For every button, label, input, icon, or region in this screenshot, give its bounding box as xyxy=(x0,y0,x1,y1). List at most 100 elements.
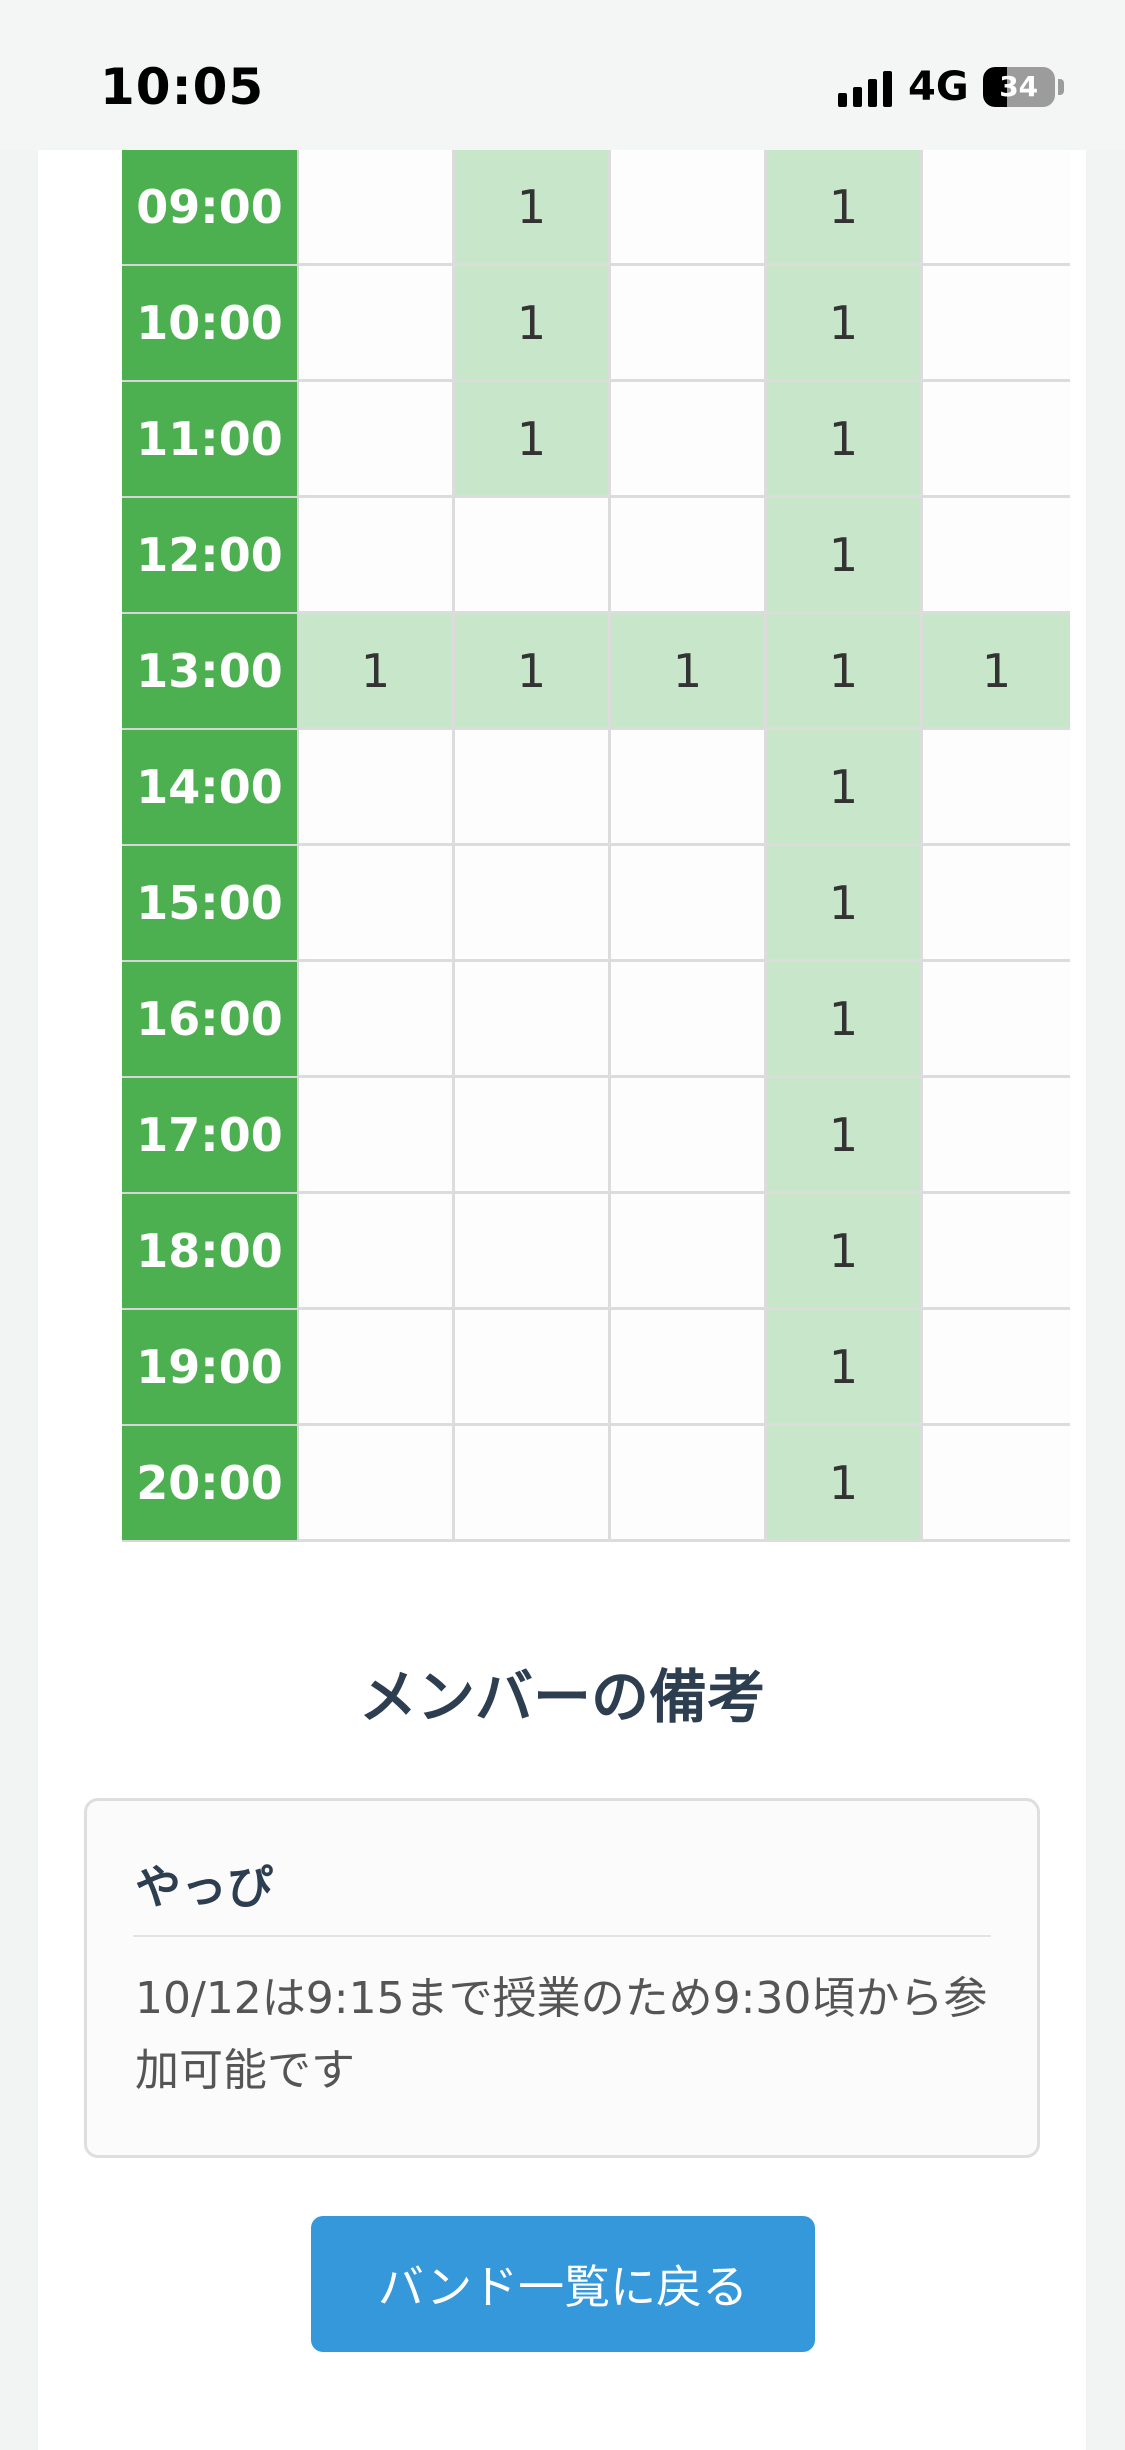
time-slot-label: 19:00 xyxy=(122,1310,299,1426)
schedule-row: 17:00 1 xyxy=(122,1078,1078,1194)
time-slot-label: 16:00 xyxy=(122,962,299,1078)
availability-cell xyxy=(299,962,455,1078)
availability-cell: 1 xyxy=(455,266,611,382)
availability-cell xyxy=(611,730,767,846)
battery-icon: 34 xyxy=(982,67,1055,107)
availability-cell xyxy=(455,1310,611,1426)
availability-cell xyxy=(611,1426,767,1542)
availability-cell: 1 xyxy=(767,1310,923,1426)
availability-cell: 1 xyxy=(299,614,455,730)
availability-cell: 1 xyxy=(767,730,923,846)
status-time: 10:05 xyxy=(100,58,265,116)
availability-cell xyxy=(299,1078,455,1194)
availability-cell: 1 xyxy=(767,150,923,266)
availability-cell xyxy=(455,730,611,846)
availability-cell xyxy=(923,962,1070,1078)
availability-cell: 1 xyxy=(767,266,923,382)
schedule-row: 13:00 1 1 1 1 1 xyxy=(122,614,1078,730)
availability-cell xyxy=(611,150,767,266)
time-slot-label: 17:00 xyxy=(122,1078,299,1194)
availability-cell xyxy=(611,846,767,962)
schedule-row: 09:00 1 1 xyxy=(122,150,1078,266)
schedule-row: 11:00 1 1 xyxy=(122,382,1078,498)
battery-level: 34 xyxy=(999,70,1039,103)
availability-cell xyxy=(299,1194,455,1310)
time-slot-label: 20:00 xyxy=(122,1426,299,1542)
availability-cell xyxy=(611,498,767,614)
time-slot-label: 09:00 xyxy=(122,150,299,266)
schedule-row: 12:00 1 xyxy=(122,498,1078,614)
availability-cell: 1 xyxy=(767,1078,923,1194)
signal-icon xyxy=(838,67,892,107)
availability-cell xyxy=(923,730,1070,846)
battery-cap xyxy=(1057,79,1064,95)
availability-cell xyxy=(923,1310,1070,1426)
availability-cell xyxy=(923,266,1070,382)
availability-cell xyxy=(299,150,455,266)
availability-cell xyxy=(611,266,767,382)
note-card: やっぴ 10/12は9:15まで授業のため9:30頃から参加可能です xyxy=(84,1798,1040,2158)
time-slot-label: 12:00 xyxy=(122,498,299,614)
notes-title: メンバーの備考 xyxy=(358,1663,765,1731)
availability-cell xyxy=(455,1194,611,1310)
availability-cell xyxy=(455,498,611,614)
availability-cell xyxy=(923,382,1070,498)
availability-cell xyxy=(923,150,1070,266)
availability-cell xyxy=(611,962,767,1078)
schedule-row: 19:00 1 xyxy=(122,1310,1078,1426)
note-divider xyxy=(133,1935,991,1937)
availability-cell xyxy=(299,498,455,614)
schedule-grid: 09:00 1 1 10:00 1 1 11:00 1 1 12:00 1 13:00 1 1 1 1 1 14:… xyxy=(122,150,1078,1542)
availability-cell xyxy=(611,1194,767,1310)
schedule-row: 14:00 1 xyxy=(122,730,1078,846)
availability-cell xyxy=(455,846,611,962)
status-indicators: 4G 34 xyxy=(838,62,1064,112)
availability-cell xyxy=(455,962,611,1078)
availability-cell xyxy=(299,266,455,382)
time-slot-label: 14:00 xyxy=(122,730,299,846)
time-slot-label: 13:00 xyxy=(122,614,299,730)
availability-cell: 1 xyxy=(455,382,611,498)
schedule-row: 20:00 1 xyxy=(122,1426,1078,1542)
time-slot-label: 15:00 xyxy=(122,846,299,962)
note-text: 10/12は9:15まで授業のため9:30頃から参加可能です xyxy=(135,1973,988,2096)
availability-cell xyxy=(455,1426,611,1542)
schedule-row: 16:00 1 xyxy=(122,962,1078,1078)
content-card: 09:00 1 1 10:00 1 1 11:00 1 1 12:00 1 13:00 1 1 1 1 1 14:… xyxy=(38,150,1086,2450)
availability-cell: 1 xyxy=(767,1194,923,1310)
availability-cell xyxy=(923,846,1070,962)
availability-cell: 1 xyxy=(767,498,923,614)
availability-cell: 1 xyxy=(767,614,923,730)
availability-cell xyxy=(923,1194,1070,1310)
availability-cell xyxy=(923,1426,1070,1542)
availability-cell xyxy=(611,1310,767,1426)
schedule-row: 15:00 1 xyxy=(122,846,1078,962)
availability-cell xyxy=(923,498,1070,614)
availability-cell xyxy=(299,730,455,846)
back-to-band-list-button[interactable]: バンド一覧に戻る xyxy=(311,2216,815,2352)
time-slot-label: 18:00 xyxy=(122,1194,299,1310)
availability-cell xyxy=(299,1426,455,1542)
availability-cell: 1 xyxy=(767,382,923,498)
network-type: 4G xyxy=(908,64,969,110)
availability-cell: 1 xyxy=(455,150,611,266)
note-member-name: やっぴ xyxy=(135,1860,273,1914)
availability-cell xyxy=(611,1078,767,1194)
availability-cell: 1 xyxy=(923,614,1070,730)
availability-cell: 1 xyxy=(767,846,923,962)
availability-cell xyxy=(923,1078,1070,1194)
availability-cell xyxy=(299,1310,455,1426)
time-slot-label: 11:00 xyxy=(122,382,299,498)
availability-cell: 1 xyxy=(455,614,611,730)
schedule-row: 18:00 1 xyxy=(122,1194,1078,1310)
availability-cell: 1 xyxy=(767,1426,923,1542)
availability-cell xyxy=(299,846,455,962)
availability-cell xyxy=(611,382,767,498)
schedule-row: 10:00 1 1 xyxy=(122,266,1078,382)
status-bar: 10:05 4G 34 xyxy=(0,0,1125,150)
availability-cell xyxy=(455,1078,611,1194)
availability-cell xyxy=(299,382,455,498)
availability-cell: 1 xyxy=(611,614,767,730)
time-slot-label: 10:00 xyxy=(122,266,299,382)
availability-cell: 1 xyxy=(767,962,923,1078)
